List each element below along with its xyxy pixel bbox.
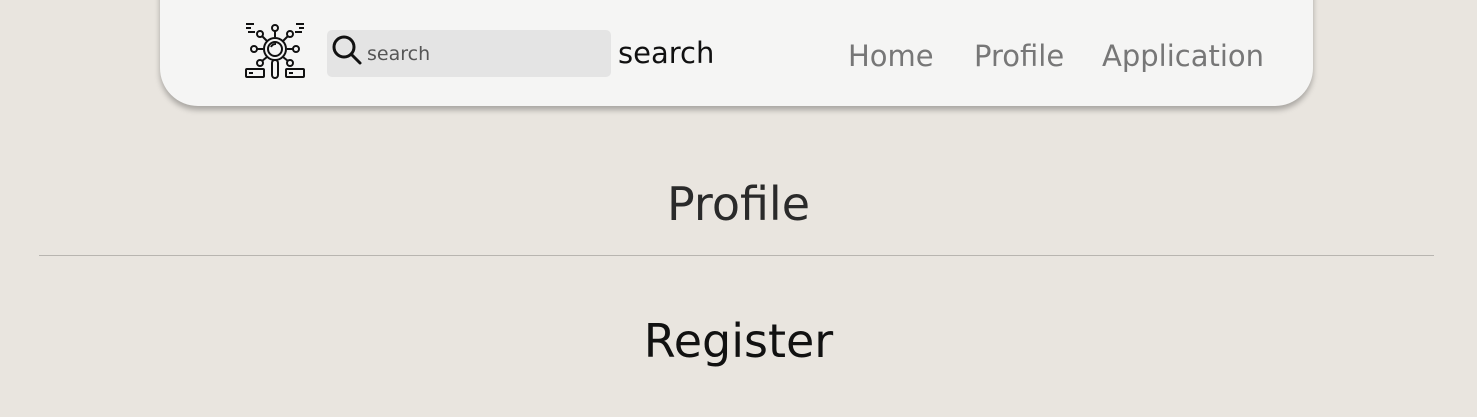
- search-field[interactable]: [327, 30, 611, 77]
- nav-link-home[interactable]: Home: [848, 36, 934, 76]
- nav-link-profile[interactable]: Profile: [974, 36, 1064, 76]
- search-button[interactable]: search: [618, 33, 714, 73]
- page-title: Profile: [666, 177, 811, 231]
- search-icon[interactable]: [331, 34, 363, 66]
- nav-link-application[interactable]: Application: [1102, 36, 1264, 76]
- divider: [39, 255, 1434, 256]
- search-input[interactable]: [367, 30, 603, 77]
- section-title-register: Register: [643, 314, 834, 368]
- network-search-logo-icon[interactable]: [245, 21, 305, 81]
